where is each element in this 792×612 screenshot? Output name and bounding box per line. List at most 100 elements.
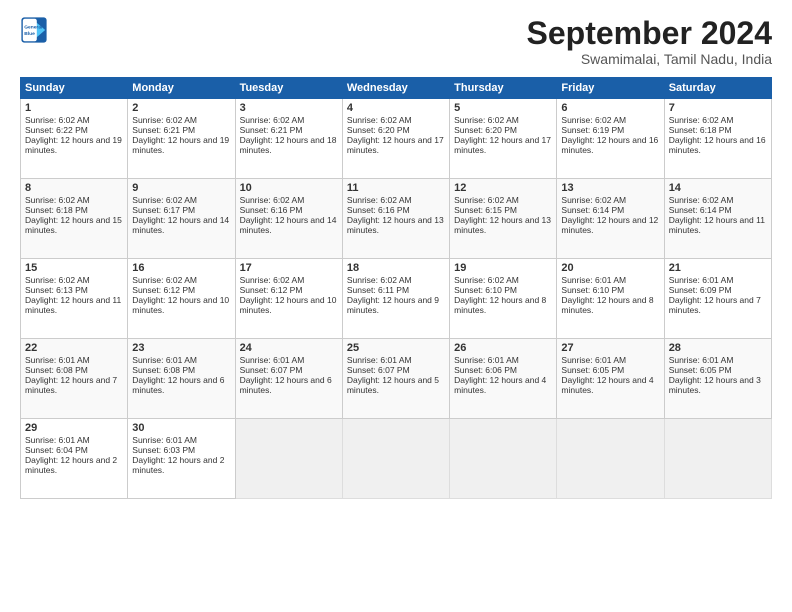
title-block: September 2024 Swamimalai, Tamil Nadu, I… bbox=[527, 16, 772, 67]
day-number: 5 bbox=[454, 102, 552, 114]
sunrise-text: Sunrise: 6:01 AM bbox=[25, 355, 90, 365]
calendar-row: 1Sunrise: 6:02 AMSunset: 6:22 PMDaylight… bbox=[21, 99, 772, 179]
sunset-text: Sunset: 6:18 PM bbox=[669, 125, 732, 135]
sunrise-text: Sunrise: 6:01 AM bbox=[132, 435, 197, 445]
table-row: 23Sunrise: 6:01 AMSunset: 6:08 PMDayligh… bbox=[128, 339, 235, 419]
table-row: 15Sunrise: 6:02 AMSunset: 6:13 PMDayligh… bbox=[21, 259, 128, 339]
sunset-text: Sunset: 6:05 PM bbox=[669, 365, 732, 375]
sunset-text: Sunset: 6:06 PM bbox=[454, 365, 517, 375]
day-number: 19 bbox=[454, 262, 552, 274]
col-tuesday: Tuesday bbox=[235, 78, 342, 99]
daylight-text: Daylight: 12 hours and 4 minutes. bbox=[561, 375, 653, 395]
table-row: 28Sunrise: 6:01 AMSunset: 6:05 PMDayligh… bbox=[664, 339, 771, 419]
day-number: 22 bbox=[25, 342, 123, 354]
daylight-text: Daylight: 12 hours and 15 minutes. bbox=[25, 215, 122, 235]
day-number: 9 bbox=[132, 182, 230, 194]
sunset-text: Sunset: 6:12 PM bbox=[132, 285, 195, 295]
header: General Blue September 2024 Swamimalai, … bbox=[20, 16, 772, 67]
day-number: 1 bbox=[25, 102, 123, 114]
logo-icon: General Blue bbox=[20, 16, 48, 44]
day-number: 28 bbox=[669, 342, 767, 354]
daylight-text: Daylight: 12 hours and 19 minutes. bbox=[25, 135, 122, 155]
sunrise-text: Sunrise: 6:02 AM bbox=[240, 115, 305, 125]
day-number: 29 bbox=[25, 422, 123, 434]
sunset-text: Sunset: 6:20 PM bbox=[347, 125, 410, 135]
sunrise-text: Sunrise: 6:02 AM bbox=[347, 195, 412, 205]
sunset-text: Sunset: 6:14 PM bbox=[669, 205, 732, 215]
sunrise-text: Sunrise: 6:02 AM bbox=[132, 195, 197, 205]
sunset-text: Sunset: 6:07 PM bbox=[240, 365, 303, 375]
day-number: 15 bbox=[25, 262, 123, 274]
col-sunday: Sunday bbox=[21, 78, 128, 99]
sunset-text: Sunset: 6:15 PM bbox=[454, 205, 517, 215]
day-number: 3 bbox=[240, 102, 338, 114]
sunset-text: Sunset: 6:03 PM bbox=[132, 445, 195, 455]
sunset-text: Sunset: 6:11 PM bbox=[347, 285, 409, 295]
sunrise-text: Sunrise: 6:02 AM bbox=[561, 195, 626, 205]
table-row: 11Sunrise: 6:02 AMSunset: 6:16 PMDayligh… bbox=[342, 179, 449, 259]
logo: General Blue bbox=[20, 16, 48, 44]
daylight-text: Daylight: 12 hours and 14 minutes. bbox=[240, 215, 337, 235]
daylight-text: Daylight: 12 hours and 16 minutes. bbox=[561, 135, 658, 155]
table-row: 13Sunrise: 6:02 AMSunset: 6:14 PMDayligh… bbox=[557, 179, 664, 259]
table-row bbox=[235, 419, 342, 499]
sunset-text: Sunset: 6:18 PM bbox=[25, 205, 88, 215]
location-subtitle: Swamimalai, Tamil Nadu, India bbox=[527, 51, 772, 67]
table-row: 21Sunrise: 6:01 AMSunset: 6:09 PMDayligh… bbox=[664, 259, 771, 339]
sunrise-text: Sunrise: 6:01 AM bbox=[454, 355, 519, 365]
daylight-text: Daylight: 12 hours and 2 minutes. bbox=[25, 455, 117, 475]
sunrise-text: Sunrise: 6:02 AM bbox=[561, 115, 626, 125]
sunset-text: Sunset: 6:08 PM bbox=[132, 365, 195, 375]
daylight-text: Daylight: 12 hours and 19 minutes. bbox=[132, 135, 229, 155]
day-number: 11 bbox=[347, 182, 445, 194]
sunrise-text: Sunrise: 6:02 AM bbox=[240, 275, 305, 285]
day-number: 20 bbox=[561, 262, 659, 274]
sunset-text: Sunset: 6:16 PM bbox=[347, 205, 410, 215]
sunrise-text: Sunrise: 6:02 AM bbox=[669, 195, 734, 205]
table-row: 18Sunrise: 6:02 AMSunset: 6:11 PMDayligh… bbox=[342, 259, 449, 339]
table-row: 5Sunrise: 6:02 AMSunset: 6:20 PMDaylight… bbox=[450, 99, 557, 179]
sunrise-text: Sunrise: 6:02 AM bbox=[347, 275, 412, 285]
daylight-text: Daylight: 12 hours and 13 minutes. bbox=[347, 215, 444, 235]
sunrise-text: Sunrise: 6:01 AM bbox=[561, 355, 626, 365]
daylight-text: Daylight: 12 hours and 8 minutes. bbox=[454, 295, 546, 315]
sunset-text: Sunset: 6:10 PM bbox=[454, 285, 517, 295]
table-row: 9Sunrise: 6:02 AMSunset: 6:17 PMDaylight… bbox=[128, 179, 235, 259]
svg-text:General: General bbox=[24, 25, 43, 31]
sunrise-text: Sunrise: 6:02 AM bbox=[347, 115, 412, 125]
daylight-text: Daylight: 12 hours and 17 minutes. bbox=[454, 135, 551, 155]
daylight-text: Daylight: 12 hours and 3 minutes. bbox=[669, 375, 761, 395]
page: General Blue September 2024 Swamimalai, … bbox=[0, 0, 792, 612]
sunrise-text: Sunrise: 6:01 AM bbox=[561, 275, 626, 285]
svg-text:Blue: Blue bbox=[24, 31, 35, 37]
day-number: 8 bbox=[25, 182, 123, 194]
sunset-text: Sunset: 6:04 PM bbox=[25, 445, 88, 455]
daylight-text: Daylight: 12 hours and 14 minutes. bbox=[132, 215, 229, 235]
daylight-text: Daylight: 12 hours and 6 minutes. bbox=[132, 375, 224, 395]
col-thursday: Thursday bbox=[450, 78, 557, 99]
col-friday: Friday bbox=[557, 78, 664, 99]
daylight-text: Daylight: 12 hours and 18 minutes. bbox=[240, 135, 337, 155]
day-number: 12 bbox=[454, 182, 552, 194]
day-number: 30 bbox=[132, 422, 230, 434]
table-row: 12Sunrise: 6:02 AMSunset: 6:15 PMDayligh… bbox=[450, 179, 557, 259]
table-row bbox=[557, 419, 664, 499]
table-row: 27Sunrise: 6:01 AMSunset: 6:05 PMDayligh… bbox=[557, 339, 664, 419]
day-number: 14 bbox=[669, 182, 767, 194]
table-row: 10Sunrise: 6:02 AMSunset: 6:16 PMDayligh… bbox=[235, 179, 342, 259]
table-row: 30Sunrise: 6:01 AMSunset: 6:03 PMDayligh… bbox=[128, 419, 235, 499]
daylight-text: Daylight: 12 hours and 7 minutes. bbox=[25, 375, 117, 395]
day-number: 25 bbox=[347, 342, 445, 354]
calendar-row: 8Sunrise: 6:02 AMSunset: 6:18 PMDaylight… bbox=[21, 179, 772, 259]
sunset-text: Sunset: 6:17 PM bbox=[132, 205, 195, 215]
table-row: 24Sunrise: 6:01 AMSunset: 6:07 PMDayligh… bbox=[235, 339, 342, 419]
sunset-text: Sunset: 6:21 PM bbox=[132, 125, 195, 135]
day-number: 2 bbox=[132, 102, 230, 114]
sunset-text: Sunset: 6:20 PM bbox=[454, 125, 517, 135]
sunrise-text: Sunrise: 6:01 AM bbox=[347, 355, 412, 365]
table-row: 8Sunrise: 6:02 AMSunset: 6:18 PMDaylight… bbox=[21, 179, 128, 259]
sunrise-text: Sunrise: 6:01 AM bbox=[240, 355, 305, 365]
day-number: 7 bbox=[669, 102, 767, 114]
daylight-text: Daylight: 12 hours and 2 minutes. bbox=[132, 455, 224, 475]
month-title: September 2024 bbox=[527, 16, 772, 51]
